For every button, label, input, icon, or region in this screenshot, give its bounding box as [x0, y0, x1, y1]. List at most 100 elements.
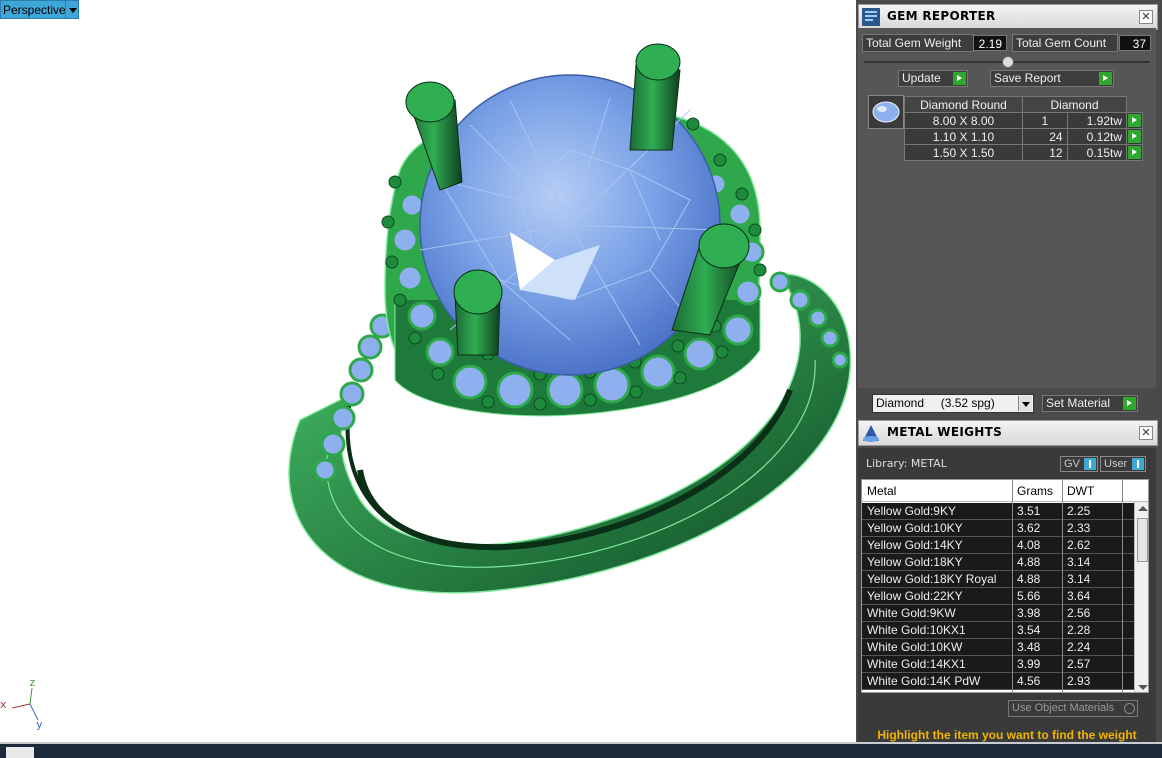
gem-reporter-body: Total Gem Weight 2.19 Total Gem Count 37…	[858, 28, 1156, 413]
metal-weights-body: Library: METAL GV User Metal Grams DWT Y…	[858, 448, 1156, 742]
metal-grams: 5.66	[1017, 589, 1041, 603]
play-arrow-icon	[953, 72, 966, 85]
metal-table-scrollbar[interactable]	[1134, 502, 1148, 692]
column-divider	[1122, 480, 1123, 692]
use-object-materials-option[interactable]: Use Object Materials	[1008, 700, 1138, 717]
update-button[interactable]: Update	[898, 70, 968, 87]
play-arrow-icon	[1128, 114, 1141, 127]
diamond-round-icon	[872, 101, 900, 123]
set-material-button[interactable]: Set Material	[1042, 395, 1138, 412]
metal-grams: 3.54	[1017, 623, 1041, 637]
metal-table-header: Metal Grams DWT	[862, 480, 1148, 502]
metal-weights-icon	[863, 425, 879, 442]
app-window: Perspective z x y GEM REPORTER ✕ Total G…	[0, 0, 1162, 758]
gem-table-header: Diamond Round Diamond	[904, 96, 1143, 113]
metal-name: Yellow Gold:10KY	[867, 521, 963, 535]
scroll-up-icon[interactable]	[1138, 506, 1148, 511]
gem-table-row[interactable]: 1.50 X 1.50 12 0.15tw	[904, 144, 1143, 161]
metal-grams: 4.08	[1017, 538, 1041, 552]
scroll-down-icon[interactable]	[1138, 685, 1148, 690]
viewport-menu-dropdown-icon[interactable]	[65, 0, 79, 19]
save-report-button[interactable]: Save Report	[990, 70, 1114, 87]
gem-weight: 1.92tw	[1066, 112, 1128, 129]
metal-table-row[interactable]: White Gold:10KX1 3.54 2.28	[862, 622, 1134, 639]
col-dwt-header[interactable]: DWT	[1067, 484, 1094, 498]
metal-table-row[interactable]: Yellow Gold:18KY Royal 4.88 3.14	[862, 571, 1134, 588]
gem-material-select[interactable]: Diamond (3.52 spg)	[872, 394, 1034, 413]
library-label: Library: METAL	[866, 457, 947, 470]
gem-row-select-button[interactable]	[1126, 112, 1143, 129]
metal-table-row[interactable]: White Gold:9KW 3.98 2.56	[862, 605, 1134, 622]
metal-name: White Gold:14KX1	[867, 657, 966, 671]
save-report-button-label: Save Report	[994, 71, 1061, 85]
metal-grams: 4.88	[1017, 572, 1041, 586]
col-grams-header[interactable]: Grams	[1017, 484, 1053, 498]
gem-table-row[interactable]: 1.10 X 1.10 24 0.12tw	[904, 128, 1143, 145]
gem-weight: 0.12tw	[1066, 128, 1128, 145]
gem-reporter-title: GEM REPORTER	[887, 9, 996, 23]
collapse-knob-icon[interactable]	[1002, 56, 1014, 68]
ring-model[interactable]	[0, 0, 856, 742]
metal-table-row[interactable]: Yellow Gold:22KY 5.66 3.64	[862, 588, 1134, 605]
metal-table-row[interactable]: White Gold:14K PdW 4.56 2.93	[862, 673, 1134, 690]
metal-dwt: 2.57	[1067, 657, 1091, 671]
col-metal-header[interactable]: Metal	[867, 484, 896, 498]
chevron-down-icon[interactable]	[1018, 396, 1032, 411]
metal-table-row[interactable]: Yellow Gold:14KY 4.08 2.62	[862, 537, 1134, 554]
metal-weights-close-icon[interactable]: ✕	[1139, 426, 1153, 440]
toggle-icon	[1084, 458, 1096, 470]
metal-table-row[interactable]: Yellow Gold:9KY 3.51 2.25	[862, 503, 1134, 520]
set-material-button-label: Set Material	[1046, 396, 1111, 410]
gem-row-select-button[interactable]	[1126, 128, 1143, 145]
gem-table-row[interactable]: 8.00 X 8.00 1 1.92tw	[904, 112, 1143, 129]
taskbar-app-icon[interactable]	[6, 747, 34, 758]
gem-size: 1.50 X 1.50	[904, 144, 1023, 161]
gem-col-material: Diamond	[1022, 96, 1127, 113]
metal-name: White Gold:9KW	[867, 606, 956, 620]
gem-table: Diamond Round Diamond 8.00 X 8.00 1 1.92…	[904, 96, 1143, 161]
metal-dwt: 2.25	[1067, 504, 1091, 518]
axis-gizmo: z x y	[0, 676, 50, 736]
gem-size: 8.00 X 8.00	[904, 112, 1023, 129]
gem-count: 24	[1022, 128, 1068, 145]
metal-dwt: 2.24	[1067, 640, 1091, 654]
metal-name: Yellow Gold:18KY Royal	[867, 572, 997, 586]
metal-table-row[interactable]: Yellow Gold:10KY 3.62 2.33	[862, 520, 1134, 537]
play-arrow-icon	[1128, 146, 1141, 159]
metal-name: Yellow Gold:18KY	[867, 555, 963, 569]
metal-weights-title: METAL WEIGHTS	[887, 425, 1003, 439]
use-object-materials-label: Use Object Materials	[1012, 702, 1115, 714]
viewport-name-label[interactable]: Perspective	[0, 0, 71, 19]
gem-thumbnail[interactable]	[868, 95, 904, 129]
total-gem-weight-value: 2.19	[973, 35, 1007, 51]
metal-grams: 4.88	[1017, 555, 1041, 569]
gem-count: 1	[1022, 112, 1068, 129]
user-toggle[interactable]: User	[1100, 456, 1146, 472]
metal-grams: 3.51	[1017, 504, 1041, 518]
metal-dwt: 2.33	[1067, 521, 1091, 535]
3d-viewport[interactable]: Perspective z x y	[0, 0, 856, 742]
gem-size: 1.10 X 1.10	[904, 128, 1023, 145]
metal-dwt: 2.28	[1067, 623, 1091, 637]
gv-toggle-label: GV	[1064, 458, 1080, 470]
metal-table-row[interactable]: White Gold:14KX1 3.99 2.57	[862, 656, 1134, 673]
metal-dwt: 2.93	[1067, 674, 1091, 688]
column-divider	[1012, 480, 1013, 692]
user-toggle-label: User	[1104, 458, 1128, 470]
gem-reporter-close-icon[interactable]: ✕	[1139, 10, 1153, 24]
scroll-thumb[interactable]	[1137, 518, 1148, 562]
metal-table[interactable]: Metal Grams DWT Yellow Gold:9KY 3.51 2.25 Y…	[861, 479, 1149, 693]
radio-icon[interactable]	[1124, 703, 1135, 714]
metal-grams: 3.98	[1017, 606, 1041, 620]
hint-text: Highlight the item you want to find the …	[877, 728, 1137, 742]
gv-toggle[interactable]: GV	[1060, 456, 1098, 472]
gem-reporter-titlebar[interactable]: GEM REPORTER ✕	[858, 4, 1158, 30]
gem-weight: 0.15tw	[1066, 144, 1128, 161]
metal-weights-titlebar[interactable]: METAL WEIGHTS ✕	[858, 420, 1158, 446]
right-side-panel: GEM REPORTER ✕ Total Gem Weight 2.19 Tot…	[856, 0, 1162, 742]
metal-name: Yellow Gold:9KY	[867, 504, 956, 518]
metal-name: White Gold:14K PdW	[867, 674, 981, 688]
gem-row-select-button[interactable]	[1126, 144, 1143, 161]
metal-table-row[interactable]: White Gold:10KW 3.48 2.24	[862, 639, 1134, 656]
metal-table-row[interactable]: Yellow Gold:18KY 4.88 3.14	[862, 554, 1134, 571]
